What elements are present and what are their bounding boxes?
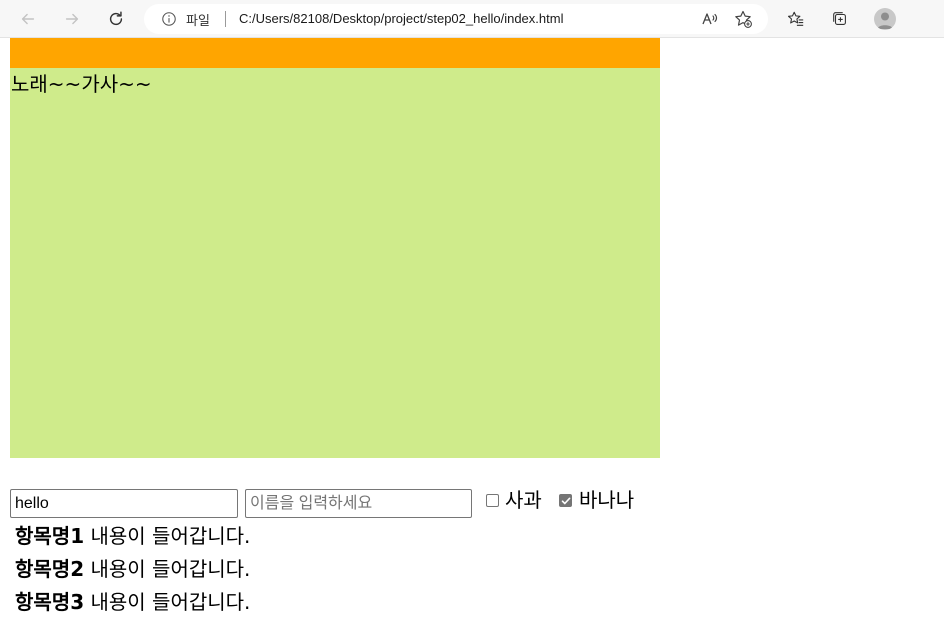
url-text[interactable]: C:/Users/82108/Desktop/project/step02_he… bbox=[239, 11, 563, 26]
list-item: 항목명1 내용이 들어갑니다. bbox=[15, 521, 250, 554]
scheme-label: 파일 bbox=[186, 14, 210, 29]
checkmark-icon bbox=[561, 497, 571, 505]
list-item: 항목명3 내용이 들어갑니다. bbox=[15, 587, 250, 620]
item-term: 항목명1 bbox=[15, 524, 85, 548]
lyrics-text: 노래~~가사~~ bbox=[11, 72, 152, 96]
item-description: 내용이 들어갑니다. bbox=[90, 557, 251, 581]
collections-icon[interactable] bbox=[827, 6, 853, 32]
browser-toolbar: 파일 C:/Users/82108/Desktop/project/step02… bbox=[0, 0, 944, 38]
profile-avatar-icon[interactable] bbox=[874, 8, 896, 30]
list-item: 항목명2 내용이 들어갑니다. bbox=[15, 554, 250, 587]
add-favorite-icon[interactable] bbox=[733, 9, 753, 33]
name-input[interactable]: 이름을 입력하세요 bbox=[245, 489, 472, 518]
back-arrow-icon[interactable] bbox=[15, 6, 41, 32]
favorites-icon[interactable] bbox=[783, 6, 809, 32]
info-icon[interactable] bbox=[160, 10, 178, 28]
item-term: 항목명3 bbox=[15, 590, 85, 614]
refresh-icon[interactable] bbox=[103, 6, 129, 32]
orange-header-bar bbox=[10, 38, 660, 68]
read-aloud-icon[interactable] bbox=[700, 9, 720, 33]
item-description: 내용이 들어갑니다. bbox=[90, 524, 251, 548]
banana-checkbox[interactable] bbox=[559, 494, 572, 507]
item-term: 항목명2 bbox=[15, 557, 85, 581]
address-divider bbox=[225, 11, 226, 27]
address-bar[interactable]: 파일 C:/Users/82108/Desktop/project/step02… bbox=[144, 4, 768, 34]
apple-checkbox-label[interactable]: 사과 bbox=[505, 487, 542, 513]
name-value-input[interactable]: hello bbox=[10, 489, 238, 518]
definition-list: 항목명1 내용이 들어갑니다. 항목명2 내용이 들어갑니다. 항목명3 내용이… bbox=[15, 521, 250, 620]
banana-checkbox-label[interactable]: 바나나 bbox=[579, 487, 634, 513]
form-row: hello 이름을 입력하세요 사과 바나나 bbox=[10, 486, 710, 520]
item-description: 내용이 들어갑니다. bbox=[90, 590, 251, 614]
lyrics-box: 노래~~가사~~ bbox=[10, 68, 660, 458]
apple-checkbox[interactable] bbox=[486, 494, 499, 507]
forward-arrow-icon[interactable] bbox=[59, 6, 85, 32]
